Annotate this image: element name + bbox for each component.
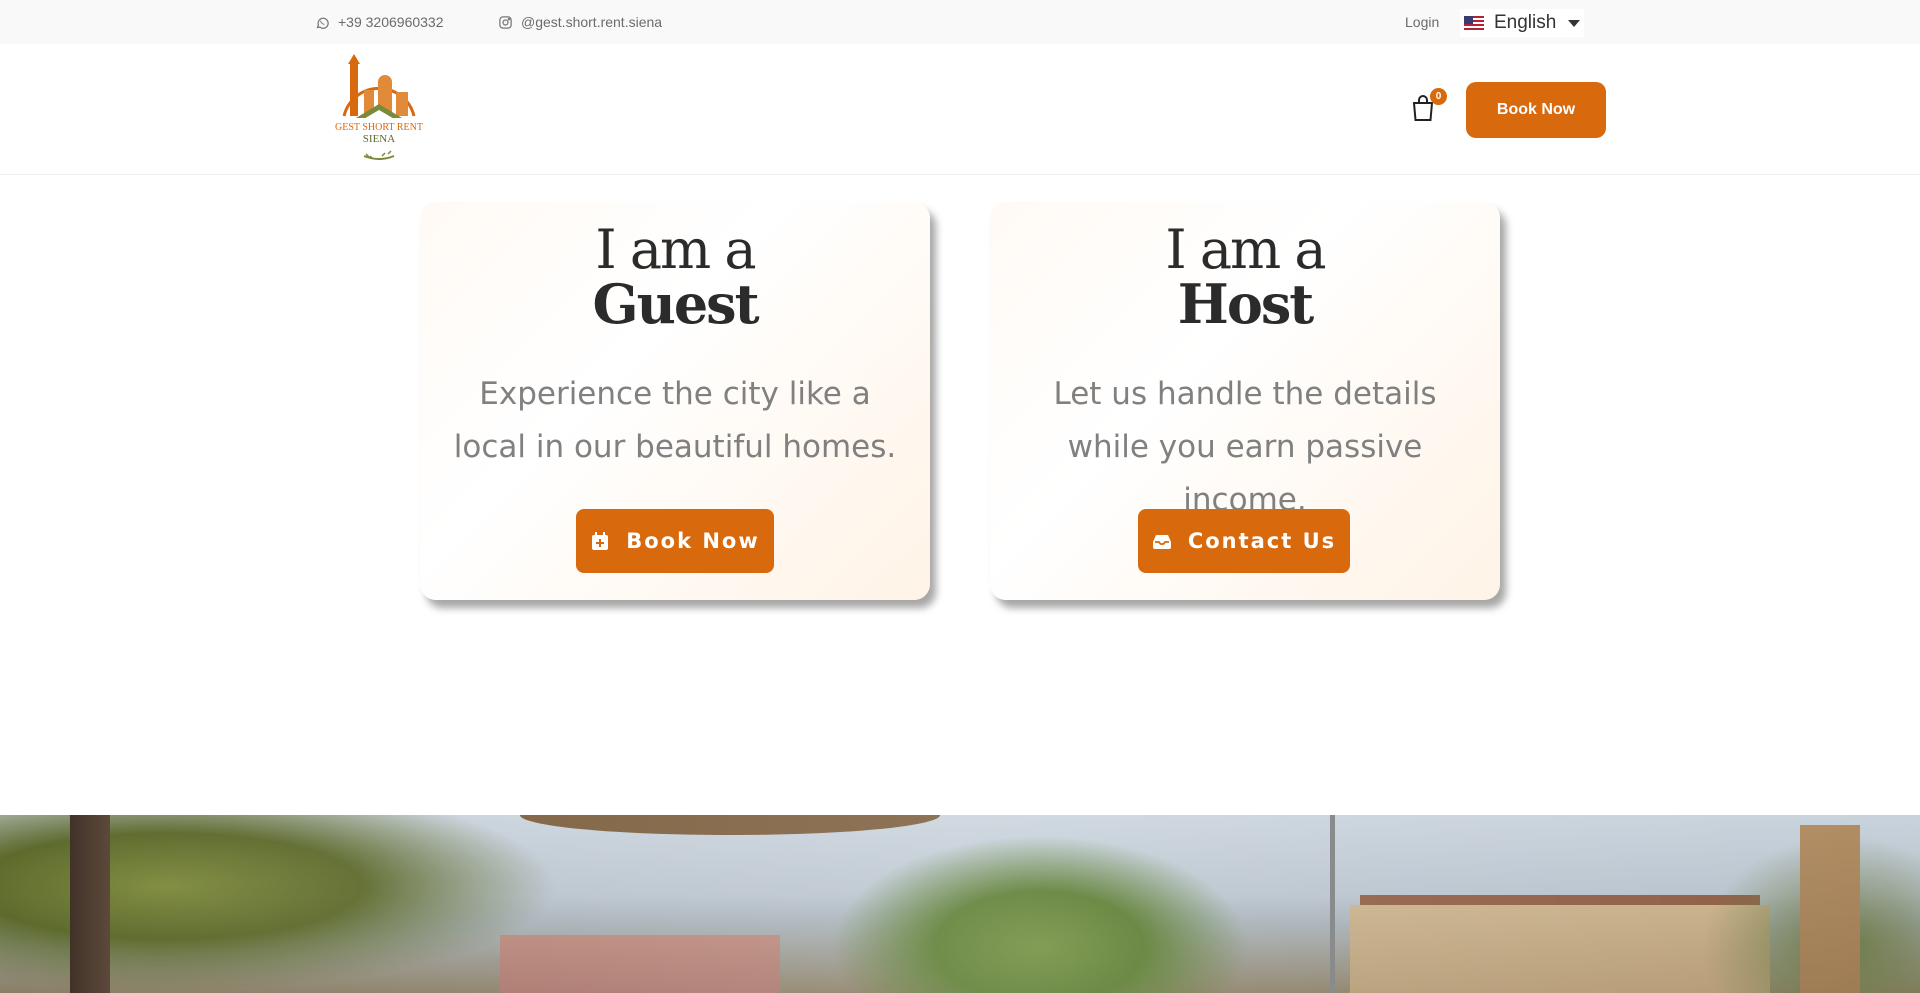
instagram-icon bbox=[499, 15, 512, 29]
us-flag-icon bbox=[1464, 16, 1484, 30]
caret-down-icon bbox=[1568, 19, 1581, 27]
language-label: English bbox=[1494, 12, 1557, 33]
top-bar: +39 3206960332 @gest.short.rent.siena Lo… bbox=[0, 0, 1920, 44]
guest-book-now-button[interactable]: Book Now bbox=[576, 509, 774, 573]
host-contact-us-button[interactable]: Contact Us bbox=[1138, 509, 1350, 573]
cart-count-badge: 0 bbox=[1430, 88, 1447, 105]
svg-text:GEST SHORT RENT: GEST SHORT RENT bbox=[335, 122, 423, 133]
phone-number: +39 3206960332 bbox=[338, 14, 444, 30]
language-selector[interactable]: English bbox=[1460, 9, 1585, 37]
guest-card: I am a Guest Experience the city like a … bbox=[420, 202, 930, 600]
instagram-link[interactable]: @gest.short.rent.siena bbox=[498, 0, 662, 44]
host-contact-us-label: Contact Us bbox=[1187, 529, 1337, 553]
sky-overlay bbox=[0, 815, 1920, 993]
whatsapp-icon bbox=[316, 17, 329, 29]
hero-photo bbox=[0, 815, 1920, 993]
host-card-title: Host bbox=[1177, 272, 1314, 336]
guest-card-description: Experience the city like a local in our … bbox=[453, 376, 897, 465]
guest-card-lead: I am a bbox=[595, 218, 756, 281]
site-logo[interactable]: GEST SHORT RENT SIENA bbox=[326, 52, 432, 164]
host-card: I am a Host Let us handle the details wh… bbox=[990, 202, 1500, 600]
header-book-now-button[interactable]: Book Now bbox=[1466, 82, 1606, 138]
instagram-handle: @gest.short.rent.siena bbox=[521, 14, 663, 30]
login-link[interactable]: Login bbox=[1405, 0, 1439, 44]
phone-link[interactable]: +39 3206960332 bbox=[315, 0, 444, 44]
svg-text:SIENA: SIENA bbox=[363, 133, 395, 145]
host-card-lead: I am a bbox=[1165, 218, 1326, 281]
inbox-icon bbox=[1152, 535, 1171, 549]
calendar-plus-icon bbox=[592, 532, 609, 550]
host-card-description: Let us handle the details while you earn… bbox=[1053, 376, 1437, 518]
guest-book-now-label: Book Now bbox=[626, 529, 760, 553]
guest-card-title: Guest bbox=[592, 272, 759, 336]
site-header: GEST SHORT RENT SIENA 0 Book Now bbox=[0, 44, 1920, 175]
